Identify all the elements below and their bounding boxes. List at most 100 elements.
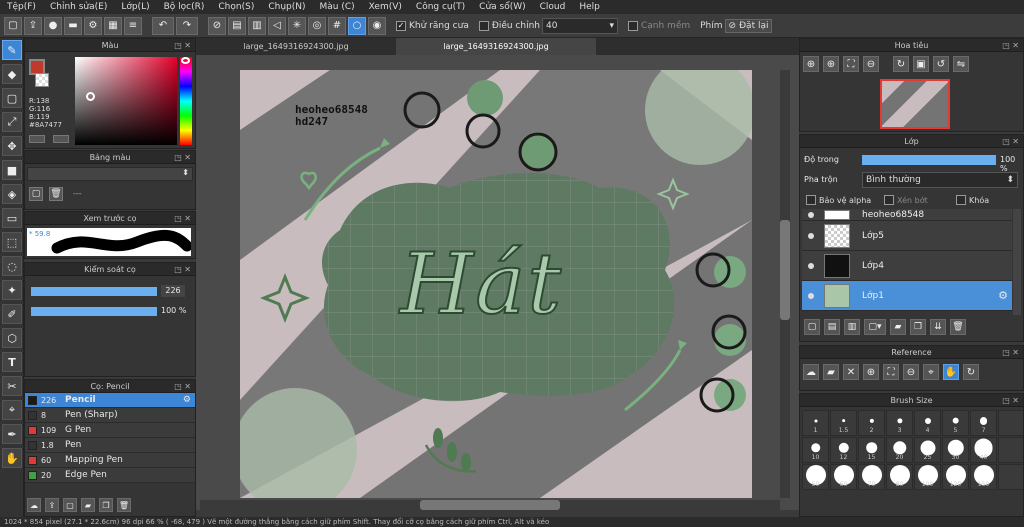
- layer-row[interactable]: Lớp4: [802, 251, 1012, 281]
- eye-icon[interactable]: [808, 292, 814, 299]
- swap-color-button[interactable]: [29, 135, 45, 143]
- navigator-thumbnail[interactable]: [880, 79, 950, 129]
- redo-icon[interactable]: ↷: [176, 16, 198, 35]
- panel-expand-icon[interactable]: ◳ ✕: [1002, 394, 1019, 407]
- zoom-in-icon[interactable]: ⊕: [823, 56, 839, 72]
- menu-window[interactable]: Cửa sổ(W): [472, 2, 532, 12]
- blend-mode-select[interactable]: Bình thường ⬍: [862, 172, 1018, 188]
- divide-tool-icon[interactable]: ✂: [2, 376, 22, 396]
- menu-view[interactable]: Xem(V): [362, 2, 409, 12]
- brush-item[interactable]: 60 Mapping Pen: [25, 453, 195, 468]
- horizontal-scrollbar[interactable]: [200, 500, 780, 510]
- new-file-icon[interactable]: ▢: [4, 16, 22, 35]
- gear-icon[interactable]: ⚙: [998, 289, 1008, 302]
- brush-size-preset[interactable]: 120: [942, 464, 969, 490]
- trash-icon[interactable]: 🗑: [49, 187, 63, 201]
- brush-size-preset[interactable]: 1.5: [830, 410, 857, 436]
- brush-size-preset[interactable]: 60: [830, 464, 857, 490]
- panel-expand-icon[interactable]: ◳ ✕: [1002, 39, 1019, 52]
- radial-icon[interactable]: ✳: [288, 16, 306, 35]
- artwork-canvas[interactable]: heoheo68548 hd247 Hát: [240, 70, 752, 498]
- menu-layer[interactable]: Lớp(L): [114, 2, 156, 12]
- brush-size-preset[interactable]: 15: [858, 437, 885, 463]
- hash-icon[interactable]: #: [328, 16, 346, 35]
- rotate-icon[interactable]: ↻: [963, 364, 979, 380]
- size-slider[interactable]: [31, 287, 157, 296]
- magic-wand-icon[interactable]: ✦: [2, 280, 22, 300]
- lock-checkbox[interactable]: [956, 195, 966, 205]
- merge-icon[interactable]: ⇊: [930, 319, 946, 335]
- adjust-checkbox[interactable]: [478, 20, 489, 31]
- ring-icon[interactable]: ◉: [368, 16, 386, 35]
- undo-icon[interactable]: ↶: [152, 16, 174, 35]
- hand-icon[interactable]: ✋: [943, 364, 959, 380]
- copy-icon[interactable]: ❐: [910, 319, 926, 335]
- zoom-in-icon[interactable]: ⊕: [803, 56, 819, 72]
- menu-help[interactable]: Help: [572, 2, 607, 12]
- menu-select[interactable]: Chọn(S): [211, 2, 261, 12]
- brush-size-preset[interactable]: 1: [802, 410, 829, 436]
- brush-item[interactable]: 109 G Pen: [25, 423, 195, 438]
- secondary-color-swatch[interactable]: [35, 73, 49, 87]
- panel-expand-icon[interactable]: ◳ ✕: [1002, 346, 1019, 359]
- brush-item[interactable]: 8 Pen (Sharp): [25, 408, 195, 423]
- fit-icon[interactable]: ⛶: [883, 364, 899, 380]
- brush-size-preset[interactable]: [998, 437, 1023, 463]
- brush-size-preset[interactable]: 80: [886, 464, 913, 490]
- saturation-value-picker[interactable]: [75, 57, 177, 145]
- soft-edge-checkbox[interactable]: [627, 20, 638, 31]
- layer-opacity-slider[interactable]: [862, 155, 996, 165]
- menu-filter[interactable]: Bộ lọc(R): [157, 2, 212, 12]
- new-raster-icon[interactable]: ▥: [844, 319, 860, 335]
- brush-size-preset[interactable]: 2: [858, 410, 885, 436]
- new-palette-icon[interactable]: ▢: [29, 187, 43, 201]
- marquee-tool-icon[interactable]: ⬚: [2, 232, 22, 252]
- lock-toggle[interactable]: Khóa: [956, 195, 989, 205]
- hue-cursor[interactable]: [181, 57, 190, 64]
- layer-scrollbar[interactable]: [1013, 209, 1021, 315]
- comment-icon[interactable]: ▬: [64, 16, 82, 35]
- brush-size-preset[interactable]: 100: [914, 464, 941, 490]
- eye-icon[interactable]: [808, 232, 814, 239]
- picker-cursor[interactable]: [86, 92, 95, 101]
- hand-tool-icon[interactable]: ✋: [2, 448, 22, 468]
- menu-edit[interactable]: Chỉnh sửa(E): [43, 2, 114, 12]
- cloud-icon[interactable]: ☁: [27, 498, 41, 512]
- panel-expand-icon[interactable]: ◳ ✕: [174, 151, 191, 164]
- brush-size-preset[interactable]: 7: [970, 410, 997, 436]
- palette-selector[interactable]: ⬍: [27, 167, 193, 181]
- brush-tool-icon[interactable]: ✎: [2, 40, 22, 60]
- add-icon[interactable]: ▢: [63, 498, 77, 512]
- hue-slider[interactable]: [180, 57, 192, 145]
- menu-cloud[interactable]: Cloud: [533, 2, 573, 12]
- hatch-icon[interactable]: ▤: [228, 16, 246, 35]
- zoom-out-icon[interactable]: ⊖: [863, 56, 879, 72]
- brush-size-preset[interactable]: 3: [886, 410, 913, 436]
- trash-icon[interactable]: 🗑: [117, 498, 131, 512]
- select-eraser-icon[interactable]: ⬡: [2, 328, 22, 348]
- opacity-slider[interactable]: [31, 307, 157, 316]
- eye-icon[interactable]: [808, 211, 814, 218]
- menu-tools[interactable]: Công cụ(T): [409, 2, 472, 12]
- layer-row[interactable]: heoheo68548: [802, 209, 1012, 221]
- add-layer-dropdown-icon[interactable]: ▢▾: [864, 319, 886, 335]
- layer-row-selected[interactable]: Lớp1 ⚙: [802, 281, 1012, 311]
- fit-screen-icon[interactable]: ▣: [913, 56, 929, 72]
- cloud-icon[interactable]: ☁: [803, 364, 819, 380]
- adjust-toggle[interactable]: Điều chỉnh: [478, 20, 540, 31]
- close-icon[interactable]: ✕: [843, 364, 859, 380]
- brush-size-preset[interactable]: 25: [914, 437, 941, 463]
- panel-expand-icon[interactable]: ◳ ✕: [174, 380, 191, 393]
- brush-size-preset[interactable]: 12: [830, 437, 857, 463]
- menu-file[interactable]: Tệp(F): [0, 2, 43, 12]
- document-tab-active[interactable]: large_1649316924300.jpg: [396, 38, 596, 55]
- panel-expand-icon[interactable]: ◳ ✕: [174, 39, 191, 52]
- vertical-scrollbar[interactable]: [780, 70, 790, 498]
- menu-capture[interactable]: Chụp(N): [261, 2, 312, 12]
- perspective-icon[interactable]: ◁: [268, 16, 286, 35]
- brush-item[interactable]: 20 Edge Pen: [25, 468, 195, 483]
- soft-edge-toggle[interactable]: Cạnh mềm: [627, 20, 690, 31]
- zoom-out-icon[interactable]: ⊖: [903, 364, 919, 380]
- fit-icon[interactable]: ⛶: [843, 56, 859, 72]
- bucket-tool-icon[interactable]: ◈: [2, 184, 22, 204]
